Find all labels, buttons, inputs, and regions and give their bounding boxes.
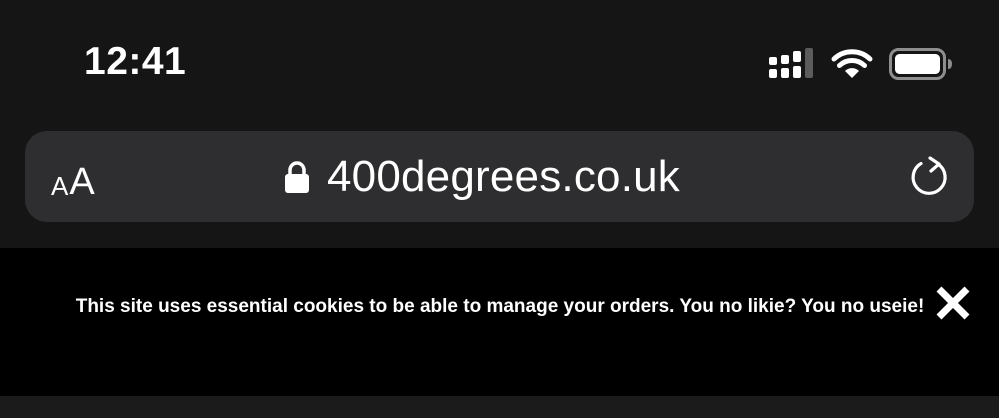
text-size-large-a: A — [69, 161, 95, 203]
phone-screen: 12:41 A A 400degrees.co.uk This site use… — [0, 0, 999, 418]
text-size-button[interactable]: A A — [51, 153, 95, 201]
url-text: 400degrees.co.uk — [326, 151, 680, 201]
wifi-icon — [831, 49, 873, 78]
battery-icon — [889, 48, 952, 80]
text-size-small-a: A — [51, 171, 69, 201]
url-field[interactable]: 400degrees.co.uk — [284, 151, 680, 202]
reload-icon[interactable] — [908, 155, 952, 199]
status-icons — [769, 46, 953, 82]
close-icon[interactable] — [934, 284, 972, 322]
page-content-edge — [0, 396, 999, 418]
status-time: 12:41 — [84, 40, 187, 83]
cellular-signal-icon — [769, 48, 813, 78]
cookie-message: This site uses essential cookies to be a… — [75, 296, 925, 317]
cookie-banner: This site uses essential cookies to be a… — [0, 248, 999, 396]
address-bar[interactable]: A A 400degrees.co.uk — [25, 131, 974, 222]
lock-icon — [284, 160, 309, 193]
url-group: 400degrees.co.uk — [25, 131, 974, 222]
status-bar: 12:41 — [0, 0, 999, 120]
